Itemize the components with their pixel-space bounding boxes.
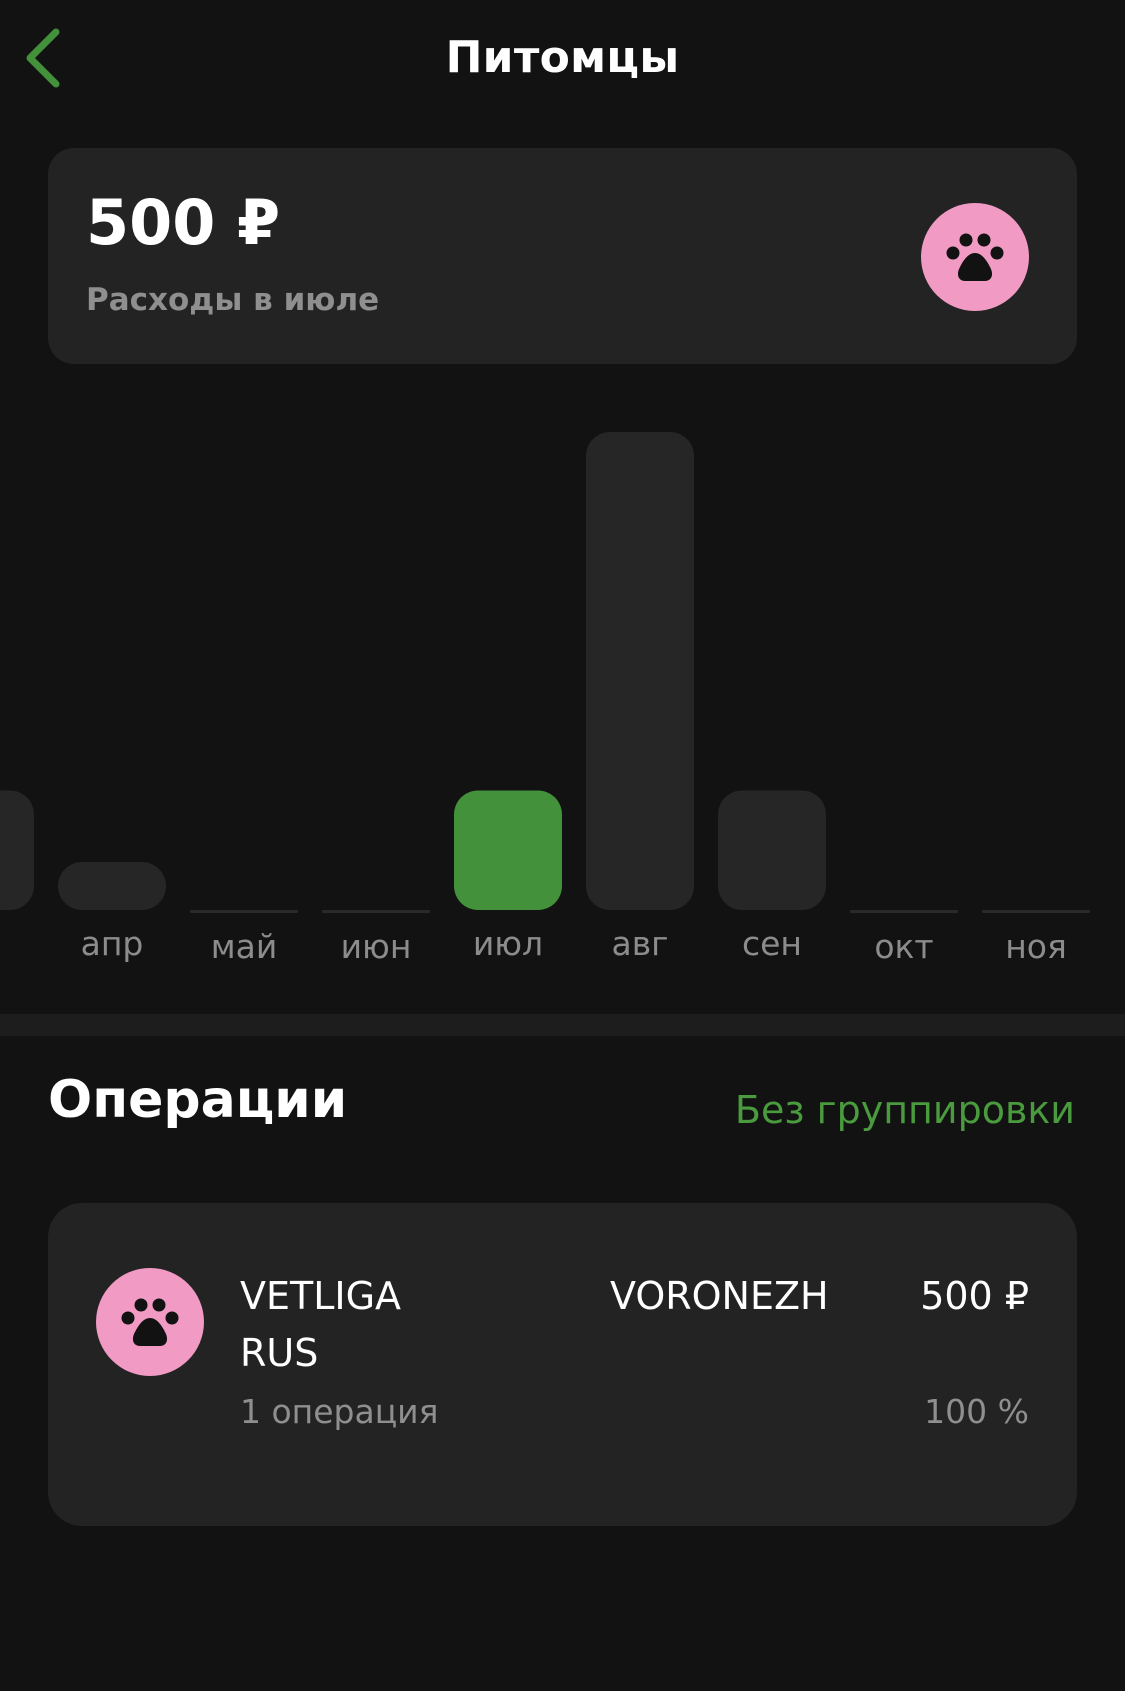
chart-tick-label-сен: сен bbox=[742, 924, 802, 963]
chart-tick-label-июл: июл bbox=[473, 924, 543, 963]
chart-tick-label-апр: апр bbox=[81, 924, 144, 963]
category-badge bbox=[921, 203, 1029, 311]
page-title: Питомцы bbox=[445, 32, 680, 83]
merchant-city: VORONEZH bbox=[610, 1274, 829, 1318]
merchant-name-line2: RUS bbox=[240, 1331, 319, 1375]
paw-icon bbox=[946, 233, 1004, 281]
chart-bar-май[interactable] bbox=[190, 910, 298, 913]
chart-tick-label-июн: июн bbox=[341, 927, 412, 966]
merchant-name: VETLIGA RUS bbox=[240, 1268, 490, 1382]
chart-bar-окт[interactable] bbox=[850, 910, 958, 913]
operation-amount: 500 ₽ bbox=[920, 1274, 1029, 1318]
chart-bar-авг[interactable] bbox=[586, 432, 694, 910]
monthly-spending-chart: рапрмайиюниюлавгсеноктноя bbox=[0, 400, 1125, 1000]
chart-bar-ноя[interactable] bbox=[982, 910, 1090, 913]
operations-title: Операции bbox=[48, 1070, 348, 1130]
operation-count: 1 операция bbox=[240, 1392, 439, 1431]
chart-svg: рапрмайиюниюлавгсеноктноя bbox=[0, 432, 1090, 966]
grouping-toggle-link[interactable]: Без группировки bbox=[735, 1088, 1075, 1132]
operation-category-badge bbox=[96, 1268, 204, 1376]
summary-card: 500 ₽ Расходы в июле bbox=[48, 148, 1077, 364]
chart-bar-апр[interactable] bbox=[58, 862, 166, 910]
section-divider bbox=[0, 1014, 1125, 1036]
operation-group-card[interactable]: VETLIGA RUS VORONEZH 500 ₽ 1 операция 10… bbox=[48, 1203, 1077, 1526]
chart-bar-сен[interactable] bbox=[718, 790, 826, 911]
chart-tick-label-авг: авг bbox=[611, 924, 668, 963]
merchant-name-line1: VETLIGA bbox=[240, 1274, 402, 1318]
summary-amount: 500 ₽ bbox=[86, 186, 281, 259]
chart-bar-июн[interactable] bbox=[322, 910, 430, 913]
summary-label: Расходы в июле bbox=[86, 282, 380, 318]
chart-bar-мар[interactable] bbox=[0, 790, 34, 911]
paw-icon bbox=[121, 1298, 179, 1346]
chart-bar-июл[interactable] bbox=[454, 790, 562, 911]
chart-tick-label-ноя: ноя bbox=[1005, 927, 1067, 966]
chart-tick-label-май: май bbox=[211, 927, 278, 966]
operation-percent: 100 % bbox=[924, 1392, 1029, 1431]
chart-tick-label-окт: окт bbox=[874, 927, 933, 966]
